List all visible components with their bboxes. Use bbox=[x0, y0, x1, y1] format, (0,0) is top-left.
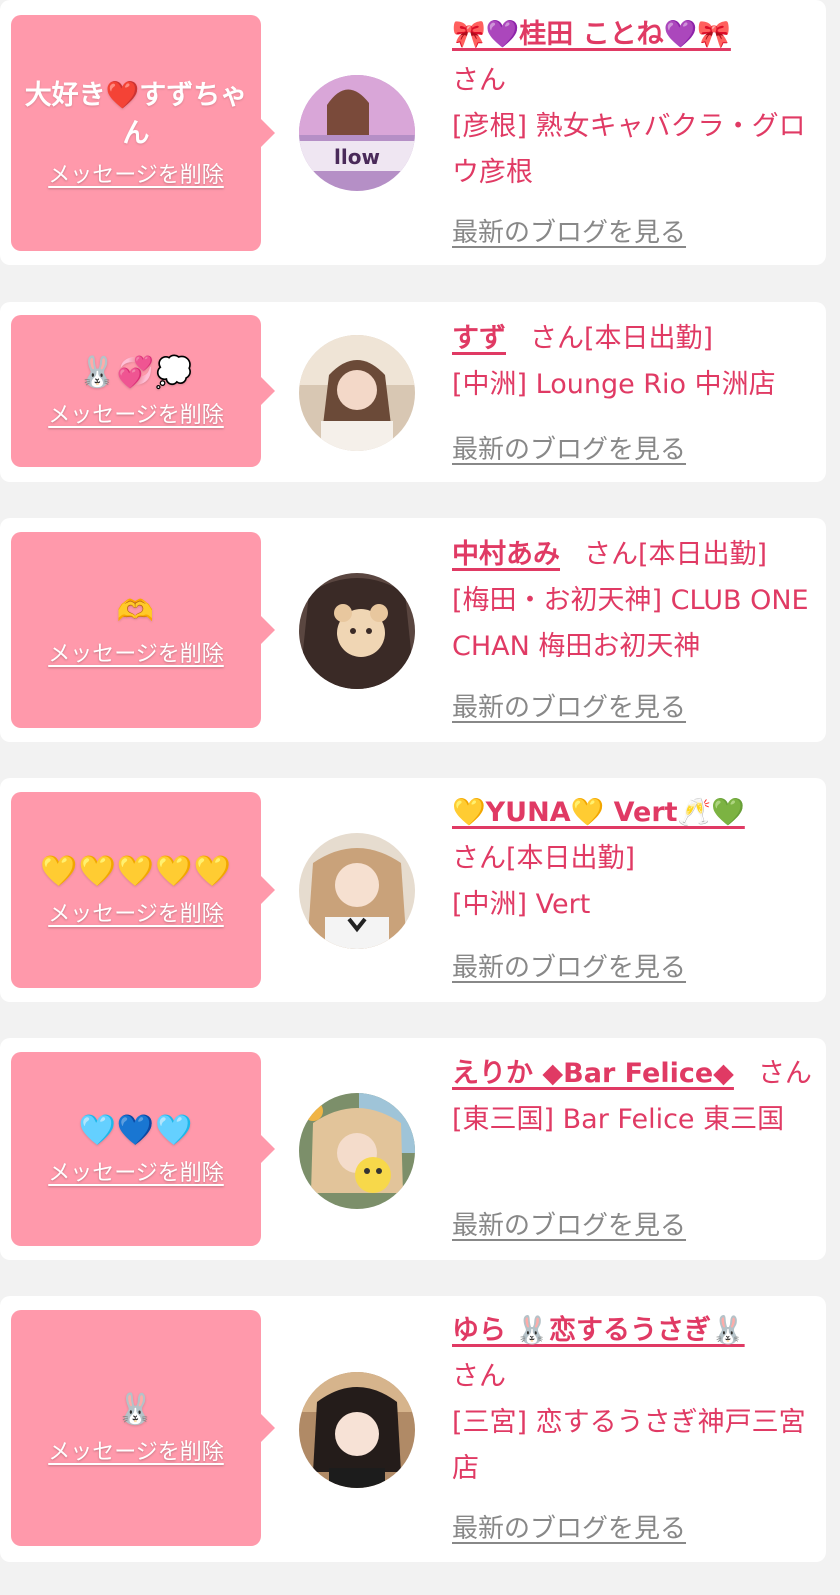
cast-name-link[interactable]: すず bbox=[452, 323, 506, 354]
message-text: 💛💛💛💛💛 bbox=[40, 854, 232, 889]
favorite-card: 🐰💞💭 メッセージを削除 すず さん[本日出勤] [中洲] Lounge Rio … bbox=[0, 302, 826, 482]
message-bubble: 🐰💞💭 メッセージを削除 bbox=[11, 315, 275, 467]
message-text: 🐰💞💭 bbox=[78, 355, 194, 390]
message-text: 🩵💙🩵 bbox=[78, 1113, 194, 1148]
honorific: さん bbox=[452, 1361, 506, 1392]
profile-photo-avatar[interactable] bbox=[299, 573, 415, 689]
message-bubble: 🐰 メッセージを削除 bbox=[11, 1310, 275, 1546]
honorific: さん bbox=[584, 539, 638, 570]
message-bubble: 大好き❤️すずちゃん メッセージを削除 bbox=[11, 15, 275, 251]
profile-photo-avatar[interactable] bbox=[299, 1372, 415, 1488]
latest-blog-link[interactable]: 最新のブログを見る bbox=[452, 687, 686, 724]
delete-message-link[interactable]: メッセージを削除 bbox=[48, 896, 224, 928]
latest-blog-link[interactable]: 最新のブログを見る bbox=[452, 429, 686, 466]
cast-name-link[interactable]: えりか ◆Bar Felice◆ bbox=[452, 1058, 734, 1089]
message-bubble: 💛💛💛💛💛 メッセージを削除 bbox=[11, 792, 275, 988]
honorific: さん bbox=[530, 323, 584, 354]
honorific: さん bbox=[452, 843, 506, 874]
shop-name: [東三国] Bar Felice 東三国 bbox=[452, 1104, 785, 1135]
profile-photo-avatar[interactable] bbox=[299, 833, 415, 949]
cast-name-link[interactable]: 中村あみ bbox=[452, 539, 560, 570]
shop-name: [中洲] Lounge Rio 中洲店 bbox=[452, 369, 776, 400]
favorite-card: 🩵💙🩵 メッセージを削除 えりか ◆Bar Felice◆ さん [東三国] Ba… bbox=[0, 1038, 826, 1260]
svg-text:llow: llow bbox=[334, 145, 380, 169]
cast-info: ゆら 🐰恋するうさぎ🐰 さん [三宮] 恋するうさぎ神戸三宮店 bbox=[452, 1308, 814, 1492]
delete-message-link[interactable]: メッセージを削除 bbox=[48, 1155, 224, 1187]
profile-photo-avatar[interactable] bbox=[299, 335, 415, 451]
delete-message-link[interactable]: メッセージを削除 bbox=[48, 636, 224, 668]
message-bubble: 🩵💙🩵 メッセージを削除 bbox=[11, 1052, 275, 1246]
shop-name: [三宮] 恋するうさぎ神戸三宮店 bbox=[452, 1407, 806, 1484]
honorific: さん bbox=[757, 1058, 812, 1089]
message-bubble: 🫶 メッセージを削除 bbox=[11, 532, 275, 728]
delete-message-link[interactable]: メッセージを削除 bbox=[48, 397, 224, 429]
delete-message-link[interactable]: メッセージを削除 bbox=[48, 1434, 224, 1466]
favorite-card: 💛💛💛💛💛 メッセージを削除 💛YUNA💛 Vert🥂💚 さん[本日出勤] [中… bbox=[0, 778, 826, 1002]
cast-info: すず さん[本日出勤] [中洲] Lounge Rio 中洲店 bbox=[452, 316, 814, 408]
cast-info: 💛YUNA💛 Vert🥂💚 さん[本日出勤] [中洲] Vert bbox=[452, 790, 814, 928]
shop-name: [彦根] 熟女キャバクラ・グロウ彦根 bbox=[452, 111, 806, 188]
delete-message-link[interactable]: メッセージを削除 bbox=[48, 157, 224, 189]
message-text: 🐰 bbox=[116, 1392, 156, 1427]
profile-photo-avatar[interactable] bbox=[299, 1093, 415, 1209]
shop-logo-avatar[interactable]: llow bbox=[299, 75, 415, 191]
cast-name-link[interactable]: ゆら 🐰恋するうさぎ🐰 bbox=[452, 1315, 745, 1346]
favorite-card: 🫶 メッセージを削除 中村あみ さん[本日出勤] [梅田・お初天神] CLUB O… bbox=[0, 518, 826, 742]
cast-name-link[interactable]: 🎀💜桂田 ことね💜🎀 bbox=[452, 19, 731, 50]
attendance-status: [本日出勤] bbox=[506, 843, 636, 874]
cast-info: えりか ◆Bar Felice◆ さん [東三国] Bar Felice 東三国 bbox=[452, 1051, 814, 1143]
cast-info: 🎀💜桂田 ことね💜🎀 さん [彦根] 熟女キャバクラ・グロウ彦根 bbox=[452, 12, 814, 196]
latest-blog-link[interactable]: 最新のブログを見る bbox=[452, 1205, 686, 1242]
cast-name-link[interactable]: 💛YUNA💛 Vert🥂💚 bbox=[452, 797, 745, 828]
message-text: 大好き❤️すずちゃん bbox=[24, 80, 248, 149]
shop-name: [梅田・お初天神] CLUB ONE CHAN 梅田お初天神 bbox=[452, 585, 809, 662]
favorite-card: 🐰 メッセージを削除 ゆら 🐰恋するうさぎ🐰 さん [三宮] 恋するうさぎ神戸三… bbox=[0, 1296, 826, 1562]
shop-name: [中洲] Vert bbox=[452, 889, 591, 920]
cast-info: 中村あみ さん[本日出勤] [梅田・お初天神] CLUB ONE CHAN 梅田お… bbox=[452, 532, 814, 670]
favorite-card: 大好き❤️すずちゃん メッセージを削除 llow 🎀💜桂田 ことね💜🎀 さん [… bbox=[0, 0, 826, 265]
honorific: さん bbox=[452, 65, 506, 96]
attendance-status: [本日出勤] bbox=[584, 323, 714, 354]
message-text: 🫶 bbox=[116, 594, 156, 629]
attendance-status: [本日出勤] bbox=[638, 539, 768, 570]
latest-blog-link[interactable]: 最新のブログを見る bbox=[452, 947, 686, 984]
latest-blog-link[interactable]: 最新のブログを見る bbox=[452, 212, 686, 249]
latest-blog-link[interactable]: 最新のブログを見る bbox=[452, 1508, 686, 1545]
